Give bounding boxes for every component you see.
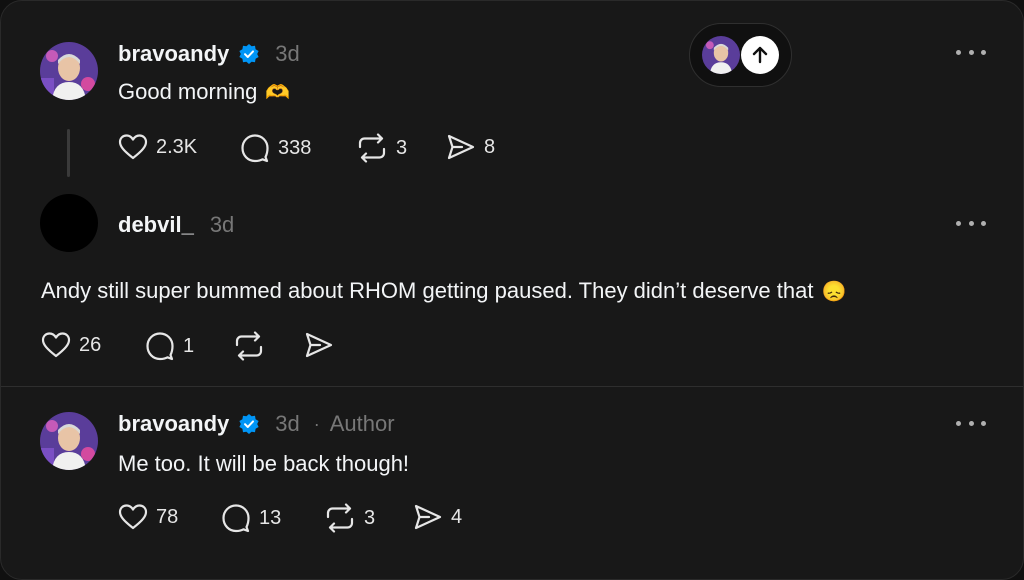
more-icon [956, 220, 961, 226]
more-options-button[interactable] [956, 218, 986, 228]
repost-icon [235, 331, 263, 361]
more-icon [956, 420, 961, 426]
verified-badge-icon [239, 44, 259, 64]
like-count: 2.3K [156, 135, 198, 158]
reply-count: 1 [183, 334, 195, 357]
comment-icon [241, 134, 269, 163]
comment-icon [222, 504, 250, 533]
share-button[interactable]: 8 [446, 133, 495, 161]
avatar-debvil[interactable] [40, 194, 98, 252]
heart-icon [118, 134, 148, 160]
heart-icon [118, 504, 148, 530]
comment-icon [146, 332, 174, 361]
repost-icon [326, 503, 354, 533]
heart-hands-emoji: 🫶 [265, 81, 291, 104]
more-icon [956, 49, 961, 55]
share-button[interactable]: 4 [413, 503, 462, 531]
separator-dot: · [313, 413, 320, 434]
share-button[interactable] [304, 331, 334, 359]
post-username[interactable]: bravoandy [118, 411, 229, 437]
reply-button[interactable]: 13 [221, 503, 281, 533]
avatar-bravoandy[interactable] [40, 412, 98, 470]
share-icon [447, 134, 475, 160]
avatar-bravoandy[interactable] [40, 42, 98, 100]
post-timestamp: 3d [275, 41, 300, 66]
share-icon [414, 504, 442, 530]
repost-icon [358, 133, 386, 163]
share-count: 4 [451, 505, 463, 528]
arrow-up-icon [752, 46, 768, 64]
post-text: Andy still super bummed about RHOM getti… [41, 278, 814, 303]
disappointed-emoji: 😞 [821, 280, 847, 303]
repost-button[interactable]: 3 [356, 133, 407, 163]
reply-count: 338 [278, 136, 312, 159]
more-options-button[interactable] [956, 418, 986, 428]
share-icon [305, 332, 333, 358]
repost-button[interactable]: 3 [324, 503, 375, 533]
like-count: 26 [79, 333, 102, 356]
post-timestamp: 3d [209, 212, 235, 237]
thread-card: bravoandy 3d Good morning 🫶 2.3K 338 3 8… [0, 0, 1024, 580]
post-text: Good morning [118, 79, 258, 104]
scroll-to-top-button[interactable] [741, 36, 779, 74]
post-divider [1, 386, 1023, 387]
post-username[interactable]: debvil_ [118, 212, 194, 238]
verified-badge-icon [239, 414, 259, 434]
thread-line [67, 129, 70, 177]
like-button[interactable]: 2.3K [118, 133, 197, 161]
repost-button[interactable] [233, 331, 265, 361]
post-username[interactable]: bravoandy [118, 41, 229, 67]
repost-count: 3 [396, 136, 408, 159]
author-badge: Author [329, 411, 395, 436]
like-count: 78 [156, 505, 179, 528]
post-timestamp: 3d [275, 411, 300, 436]
share-count: 8 [484, 135, 496, 158]
like-button[interactable]: 26 [41, 331, 101, 359]
post-text: Me too. It will be back though! [118, 451, 410, 476]
more-options-button[interactable] [956, 47, 986, 57]
like-button[interactable]: 78 [118, 503, 178, 531]
repost-count: 3 [364, 506, 376, 529]
pill-avatar [702, 36, 740, 74]
reply-button[interactable]: 338 [240, 133, 311, 163]
reply-count: 13 [259, 506, 282, 529]
reply-button[interactable]: 1 [145, 331, 194, 361]
heart-icon [41, 332, 71, 358]
